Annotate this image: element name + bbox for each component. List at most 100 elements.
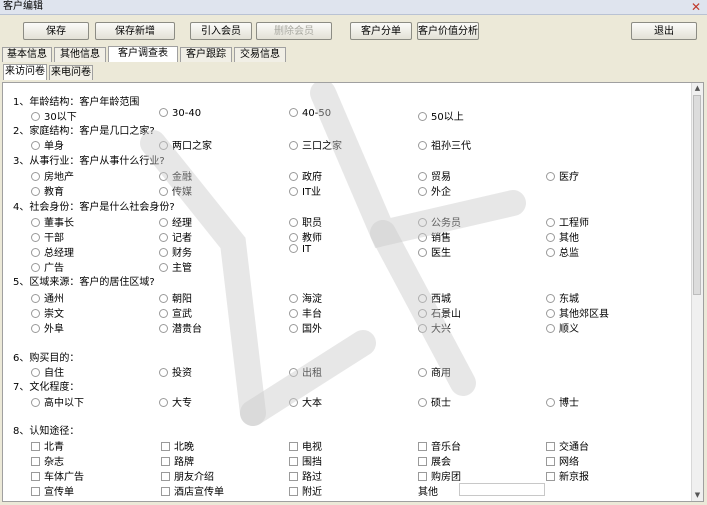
radio-button[interactable]: [31, 112, 40, 121]
radio-option[interactable]: 宣武: [159, 305, 192, 320]
radio-option[interactable]: 东城: [546, 290, 579, 305]
radio-button[interactable]: [31, 218, 40, 227]
radio-option[interactable]: 工程师: [546, 214, 589, 229]
checkbox-option[interactable]: 朋友介绍: [161, 468, 214, 483]
radio-option[interactable]: 贸易: [418, 168, 451, 183]
radio-button[interactable]: [31, 248, 40, 257]
radio-option[interactable]: 西城: [418, 290, 451, 305]
radio-option[interactable]: 大专: [159, 394, 192, 409]
checkbox-option[interactable]: 杂志: [31, 453, 64, 468]
scroll-thumb[interactable]: [693, 95, 701, 295]
radio-button[interactable]: [289, 368, 298, 377]
radio-button[interactable]: [546, 233, 555, 242]
radio-option[interactable]: 销售: [418, 229, 451, 244]
radio-button[interactable]: [289, 244, 298, 253]
checkbox-option[interactable]: 展会: [418, 453, 451, 468]
radio-option[interactable]: 干部: [31, 229, 64, 244]
other-channel-input[interactable]: [459, 483, 545, 496]
tab-call-questionnaire[interactable]: 来电问卷: [49, 65, 93, 80]
checkbox[interactable]: [289, 442, 298, 451]
radio-button[interactable]: [159, 108, 168, 117]
radio-option[interactable]: 出租: [289, 364, 322, 379]
radio-option[interactable]: 其他郊区县: [546, 305, 609, 320]
radio-option[interactable]: 大本: [289, 394, 322, 409]
radio-option[interactable]: 大兴: [418, 320, 451, 335]
radio-button[interactable]: [159, 398, 168, 407]
radio-button[interactable]: [159, 218, 168, 227]
radio-option[interactable]: IT业: [289, 183, 321, 198]
checkbox[interactable]: [546, 442, 555, 451]
radio-option[interactable]: 自住: [31, 364, 64, 379]
radio-button[interactable]: [418, 398, 427, 407]
radio-button[interactable]: [418, 218, 427, 227]
checkbox-option[interactable]: 路牌: [161, 453, 194, 468]
checkbox[interactable]: [161, 472, 170, 481]
radio-button[interactable]: [418, 309, 427, 318]
radio-option[interactable]: 房地产: [31, 168, 74, 183]
scroll-up-icon[interactable]: ▲: [692, 83, 703, 94]
import-member-button[interactable]: 引入会员: [190, 22, 252, 40]
radio-option[interactable]: 30以下: [31, 108, 77, 123]
tab-basic-info[interactable]: 基本信息: [2, 47, 52, 62]
radio-button[interactable]: [418, 112, 427, 121]
radio-option[interactable]: 教育: [31, 183, 64, 198]
checkbox[interactable]: [418, 457, 427, 466]
checkbox-option[interactable]: 电视: [289, 438, 322, 453]
radio-option[interactable]: 董事长: [31, 214, 74, 229]
radio-button[interactable]: [159, 368, 168, 377]
radio-option[interactable]: 传媒: [159, 183, 192, 198]
checkbox-option[interactable]: 附近: [289, 483, 322, 498]
radio-button[interactable]: [418, 248, 427, 257]
checkbox[interactable]: [546, 472, 555, 481]
radio-button[interactable]: [31, 263, 40, 272]
radio-button[interactable]: [289, 108, 298, 117]
scroll-down-icon[interactable]: ▼: [692, 490, 703, 501]
radio-option[interactable]: 公务员: [418, 214, 461, 229]
radio-option[interactable]: 其他: [546, 229, 579, 244]
radio-button[interactable]: [546, 294, 555, 303]
radio-option[interactable]: 硕士: [418, 394, 451, 409]
radio-option[interactable]: 50以上: [418, 108, 464, 123]
radio-button[interactable]: [159, 294, 168, 303]
radio-option[interactable]: 职员: [289, 214, 322, 229]
checkbox-option[interactable]: 路过: [289, 468, 322, 483]
checkbox-option[interactable]: 围挡: [289, 453, 322, 468]
radio-button[interactable]: [546, 172, 555, 181]
radio-button[interactable]: [31, 398, 40, 407]
checkbox[interactable]: [546, 457, 555, 466]
radio-option[interactable]: 外企: [418, 183, 451, 198]
radio-option[interactable]: 博士: [546, 394, 579, 409]
radio-option[interactable]: 国外: [289, 320, 322, 335]
vertical-scrollbar[interactable]: ▲ ▼: [691, 83, 703, 501]
checkbox-option[interactable]: 宣传单: [31, 483, 74, 498]
radio-option[interactable]: 外阜: [31, 320, 64, 335]
radio-option[interactable]: 顺义: [546, 320, 579, 335]
radio-button[interactable]: [418, 324, 427, 333]
save-new-button[interactable]: 保存新增: [95, 22, 175, 40]
checkbox[interactable]: [161, 442, 170, 451]
checkbox-option[interactable]: 北晚: [161, 438, 194, 453]
delete-member-button[interactable]: 删除会员: [256, 22, 332, 40]
radio-option[interactable]: 总监: [546, 244, 579, 259]
radio-option[interactable]: 医疗: [546, 168, 579, 183]
customer-segment-button[interactable]: 客户分单: [350, 22, 412, 40]
radio-button[interactable]: [546, 324, 555, 333]
checkbox[interactable]: [31, 442, 40, 451]
radio-option[interactable]: IT: [289, 244, 311, 255]
checkbox-option[interactable]: 北青: [31, 438, 64, 453]
radio-option[interactable]: 两口之家: [159, 137, 212, 152]
checkbox[interactable]: [161, 457, 170, 466]
radio-option[interactable]: 潜贵台: [159, 320, 202, 335]
radio-button[interactable]: [289, 172, 298, 181]
close-icon[interactable]: ✕: [688, 0, 704, 14]
radio-option[interactable]: 祖孙三代: [418, 137, 471, 152]
tab-customer-survey[interactable]: 客户调查表: [108, 46, 178, 62]
radio-button[interactable]: [289, 324, 298, 333]
checkbox[interactable]: [289, 472, 298, 481]
radio-option[interactable]: 三口之家: [289, 137, 342, 152]
checkbox[interactable]: [418, 472, 427, 481]
radio-button[interactable]: [289, 233, 298, 242]
radio-option[interactable]: 医生: [418, 244, 451, 259]
checkbox[interactable]: [418, 442, 427, 451]
radio-button[interactable]: [159, 324, 168, 333]
